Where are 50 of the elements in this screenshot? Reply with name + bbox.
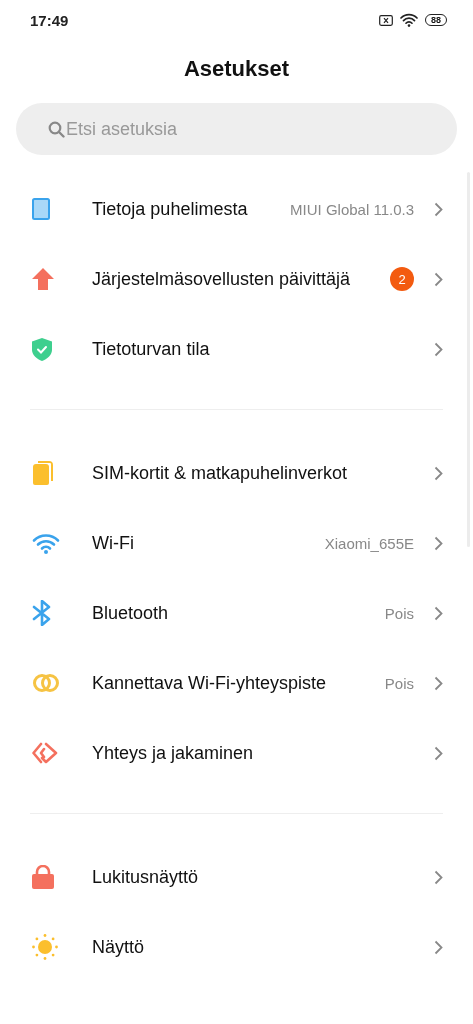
settings-item[interactable]: Bluetooth Pois	[0, 578, 473, 648]
item-label: Näyttö	[92, 936, 146, 959]
settings-item[interactable]: Wi-Fi Xiaomi_655E	[0, 508, 473, 578]
item-label: Kannettava Wi-Fi-yhteyspiste	[92, 672, 328, 695]
up-arrow-icon	[32, 268, 54, 290]
no-sim-icon	[379, 14, 393, 26]
item-label: Lukitusnäyttö	[92, 866, 200, 889]
wifi-icon	[32, 532, 60, 554]
chevron-right-icon	[434, 341, 443, 357]
settings-item[interactable]: Järjestelmäsovellusten päivittäjä 2	[0, 244, 473, 314]
sim-card-icon	[32, 461, 54, 485]
share-icon	[32, 741, 58, 765]
lock-icon	[32, 865, 54, 889]
item-label: Yhteys ja jakaminen	[92, 742, 255, 765]
settings-item[interactable]: Tietoturvan tila	[0, 314, 473, 384]
item-value: Xiaomi_655E	[324, 534, 414, 552]
item-value: Pois	[384, 604, 414, 622]
chevron-right-icon	[434, 745, 443, 761]
chevron-right-icon	[434, 675, 443, 691]
linked-rings-icon	[32, 673, 60, 693]
bluetooth-icon	[32, 600, 52, 626]
settings-item[interactable]: SIM-kortit & matkapuhelinverkot	[0, 438, 473, 508]
item-label: Tietoturvan tila	[92, 338, 211, 361]
settings-item[interactable]: Näyttö	[0, 912, 473, 982]
settings-item[interactable]: Tietoja puhelimesta MIUI Global 11.0.3	[0, 174, 473, 244]
phone-icon	[32, 198, 50, 220]
page-title: Asetukset	[182, 55, 291, 83]
item-value: MIUI Global 11.0.3	[290, 200, 414, 218]
settings-item[interactable]: Yhteys ja jakaminen	[0, 718, 473, 788]
item-label: Bluetooth	[92, 602, 170, 625]
chevron-right-icon	[434, 939, 443, 955]
item-label: Järjestelmäsovellusten päivittäjä	[92, 268, 352, 291]
item-value: Pois	[384, 674, 414, 692]
wifi-signal-icon	[400, 13, 418, 27]
chevron-right-icon	[434, 271, 443, 287]
sun-icon	[32, 934, 58, 960]
settings-item[interactable]: Lukitusnäyttö	[0, 842, 473, 912]
item-label: Tietoja puhelimesta	[92, 198, 249, 221]
chevron-right-icon	[434, 535, 443, 551]
status-time: 17:49	[30, 11, 69, 29]
chevron-right-icon	[434, 201, 443, 217]
settings-item[interactable]: Kannettava Wi-Fi-yhteyspiste Pois	[0, 648, 473, 718]
item-label: SIM-kortit & matkapuhelinverkot	[92, 462, 349, 485]
chevron-right-icon	[434, 605, 443, 621]
shield-check-icon	[32, 337, 52, 361]
chevron-right-icon	[434, 869, 443, 885]
notification-badge: 2	[390, 267, 414, 291]
chevron-right-icon	[434, 465, 443, 481]
item-label: Wi-Fi	[92, 532, 135, 555]
search-field[interactable]: Etsi asetuksia	[16, 103, 457, 155]
